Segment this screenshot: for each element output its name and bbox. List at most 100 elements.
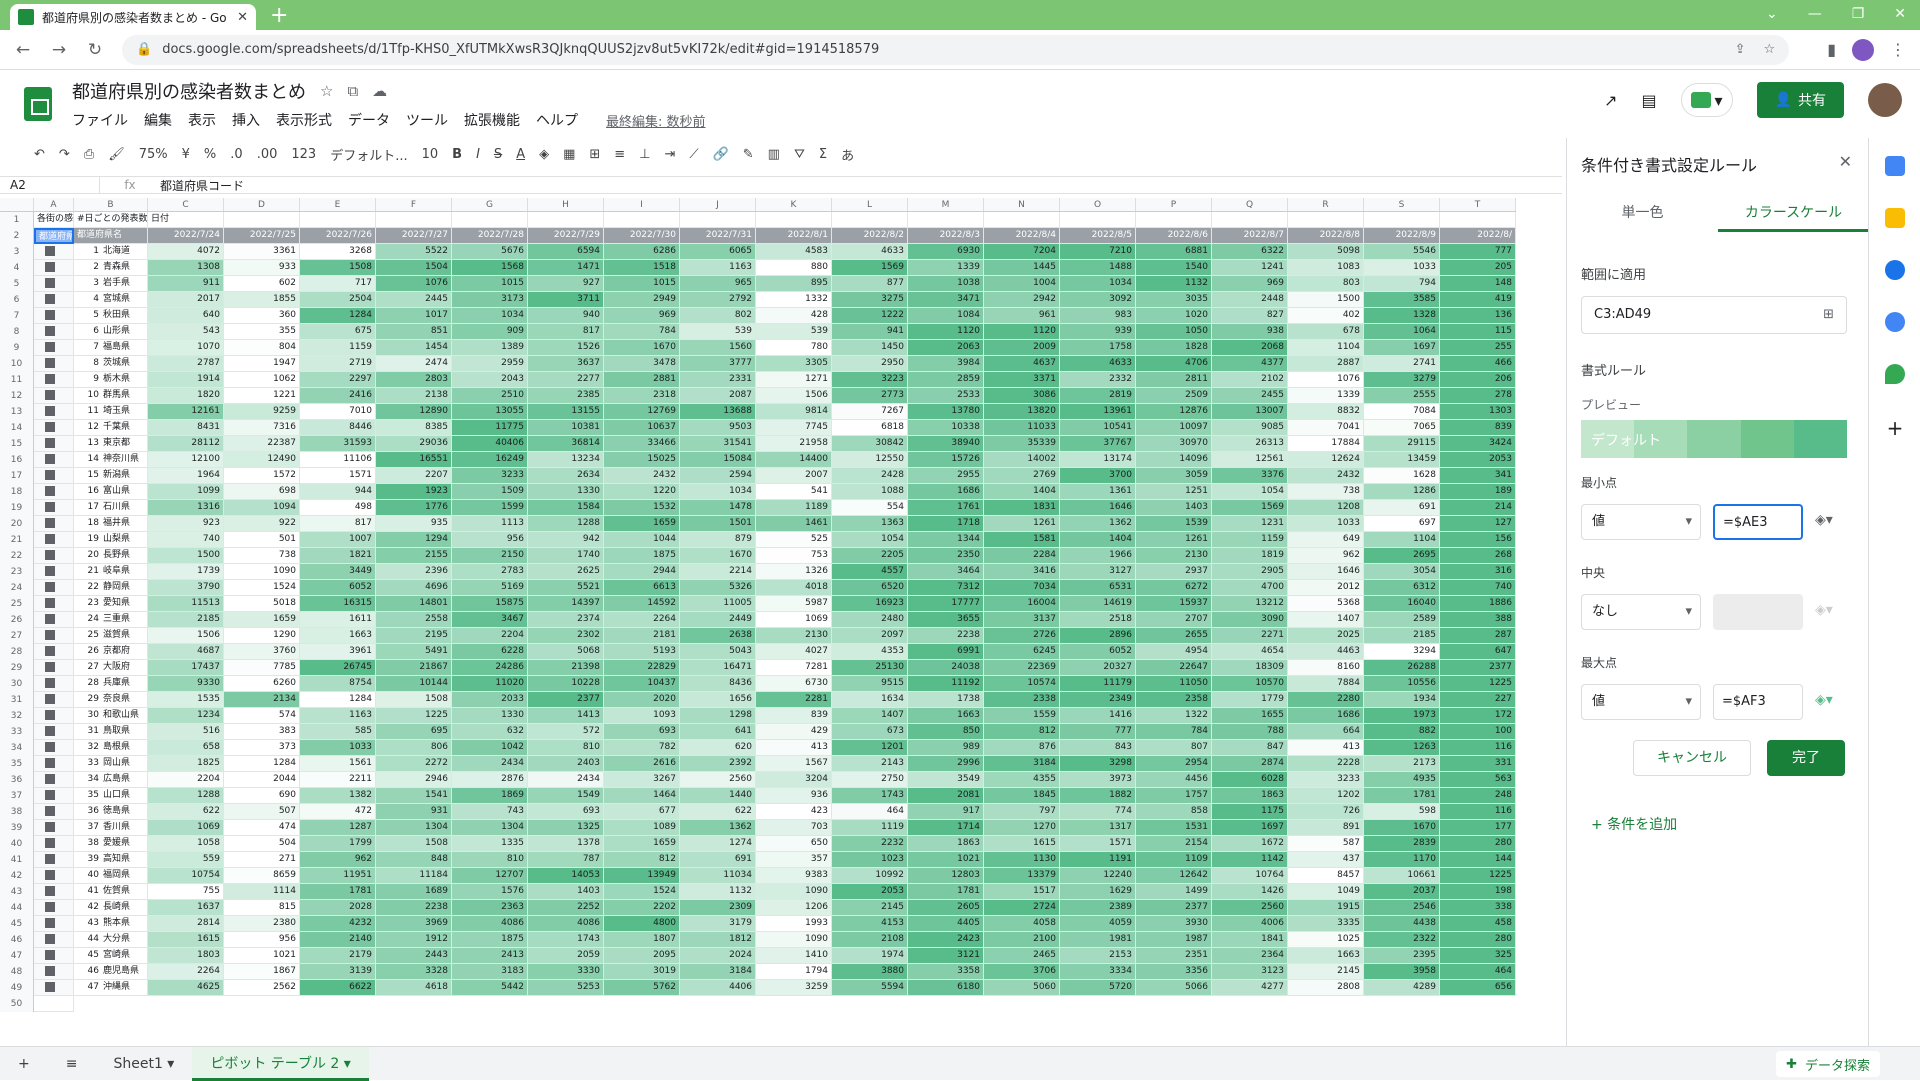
cell[interactable]: 911 (148, 276, 224, 292)
cell[interactable]: 1526 (528, 340, 604, 356)
cell[interactable]: 10144 (376, 676, 452, 692)
menu-tools[interactable]: ツール (406, 110, 448, 130)
cell[interactable]: 1191 (1060, 852, 1136, 868)
collapse-icon[interactable] (45, 966, 55, 976)
cell[interactable]: 4633 (1060, 356, 1136, 372)
cell[interactable]: 961 (984, 308, 1060, 324)
cell[interactable]: 1799 (300, 836, 376, 852)
cell[interactable]: 10097 (1136, 420, 1212, 436)
sheet-tab-pivot[interactable]: ピボット テーブル 2 ▾ (192, 1046, 369, 1081)
cell[interactable]: 3233 (1288, 772, 1364, 788)
cell[interactable]: 316 (1440, 564, 1516, 580)
cell[interactable]: 2377 (528, 692, 604, 708)
cell[interactable]: 969 (1212, 276, 1288, 292)
cell[interactable]: 100 (1440, 724, 1516, 740)
cell[interactable]: 1560 (680, 340, 756, 356)
font-select[interactable]: デフォルト... (330, 145, 407, 164)
cell[interactable]: 4618 (376, 980, 452, 996)
cell[interactable]: 753 (756, 548, 832, 564)
cell[interactable]: 1539 (1136, 516, 1212, 532)
cell[interactable]: 1611 (300, 612, 376, 628)
cell[interactable]: 1567 (756, 756, 832, 772)
cell[interactable]: 1569 (1212, 500, 1288, 516)
cell[interactable]: 1294 (376, 532, 452, 548)
cell[interactable]: 2555 (1364, 388, 1440, 404)
cell[interactable]: 2024 (680, 948, 756, 964)
cell[interactable]: 1088 (832, 484, 908, 500)
cell[interactable]: 690 (224, 788, 300, 804)
cell[interactable]: 1094 (224, 500, 300, 516)
cell[interactable]: 1403 (1136, 500, 1212, 516)
cell[interactable]: 1828 (1136, 340, 1212, 356)
cell[interactable] (34, 916, 74, 932)
cell[interactable]: 14397 (528, 596, 604, 612)
cell[interactable]: 2037 (1364, 884, 1440, 900)
cell[interactable]: 1781 (300, 884, 376, 900)
cell[interactable]: 3127 (1060, 564, 1136, 580)
cell[interactable]: 388 (1440, 612, 1516, 628)
cell[interactable]: 2214 (680, 564, 756, 580)
cell[interactable]: 850 (908, 724, 984, 740)
cell[interactable]: 10992 (832, 868, 908, 884)
cell[interactable]: 4277 (1212, 980, 1288, 996)
cell[interactable]: 10437 (604, 676, 680, 692)
row-number[interactable]: 43 (0, 884, 34, 900)
rotate-icon[interactable]: ⟋ (689, 147, 698, 162)
cell[interactable]: 15875 (452, 596, 528, 612)
cell[interactable]: 1947 (224, 356, 300, 372)
cell[interactable]: 6322 (1212, 244, 1288, 260)
activity-icon[interactable]: ↗ (1604, 91, 1617, 110)
cell[interactable]: 1113 (452, 516, 528, 532)
cell[interactable]: 1855 (224, 292, 300, 308)
row-number[interactable]: 8 (0, 324, 34, 340)
cell[interactable]: 22369 (984, 660, 1060, 676)
cell[interactable]: 20327 (1060, 660, 1136, 676)
cell[interactable]: 136 (1440, 308, 1516, 324)
reload-icon[interactable]: ↻ (86, 40, 104, 60)
strikethrough-icon[interactable]: S (494, 147, 502, 162)
cell[interactable]: 35339 (984, 436, 1060, 452)
done-button[interactable]: 完了 (1767, 740, 1845, 776)
cell[interactable]: 3706 (984, 964, 1060, 980)
cell[interactable]: 189 (1440, 484, 1516, 500)
cell[interactable]: 4353 (832, 644, 908, 660)
collapse-icon[interactable] (45, 774, 55, 784)
cell[interactable]: 1090 (756, 932, 832, 948)
row-number[interactable]: 34 (0, 740, 34, 756)
cell[interactable]: 2616 (604, 756, 680, 772)
cell[interactable]: 2280 (1288, 692, 1364, 708)
cell[interactable] (34, 404, 74, 420)
cell[interactable]: 2881 (604, 372, 680, 388)
cell[interactable]: 1776 (376, 500, 452, 516)
cell[interactable]: 504 (224, 836, 300, 852)
sidepanel-icon[interactable]: ▮ (1827, 40, 1836, 59)
column-header[interactable]: E (300, 198, 376, 211)
cell[interactable]: 2145 (832, 900, 908, 916)
cell[interactable]: 1326 (756, 564, 832, 580)
cell[interactable]: 2558 (376, 612, 452, 628)
cell[interactable]: 5098 (1288, 244, 1364, 260)
cell[interactable]: 2416 (300, 388, 376, 404)
cell[interactable]: 2783 (452, 564, 528, 580)
cell[interactable]: 2395 (1364, 948, 1440, 964)
cell[interactable]: 1450 (832, 340, 908, 356)
spreadsheet-grid[interactable]: ABCDEFGHIJKLMNOPQRST1各街の感染者数#日ごとの発表数日付2都… (0, 198, 1562, 1018)
tasks-icon[interactable] (1885, 260, 1905, 280)
cell[interactable]: 各街の感染者数 (34, 212, 74, 228)
cell[interactable]: 2562 (224, 980, 300, 996)
cell[interactable]: 697 (1364, 516, 1440, 532)
cell[interactable]: 373 (224, 740, 300, 756)
cell[interactable]: 2741 (1364, 356, 1440, 372)
column-header[interactable]: H (528, 198, 604, 211)
cell[interactable]: 1132 (680, 884, 756, 900)
collapse-icon[interactable] (45, 806, 55, 816)
cell[interactable]: 1220 (604, 484, 680, 500)
cell[interactable]: 2859 (908, 372, 984, 388)
column-header[interactable]: C (148, 198, 224, 211)
cell[interactable]: 419 (1440, 292, 1516, 308)
cell[interactable]: 6065 (680, 244, 756, 260)
cell[interactable]: 3700 (1060, 468, 1136, 484)
cell[interactable]: 9515 (832, 676, 908, 692)
menu-data[interactable]: データ (348, 110, 390, 130)
keep-icon[interactable] (1885, 208, 1905, 228)
